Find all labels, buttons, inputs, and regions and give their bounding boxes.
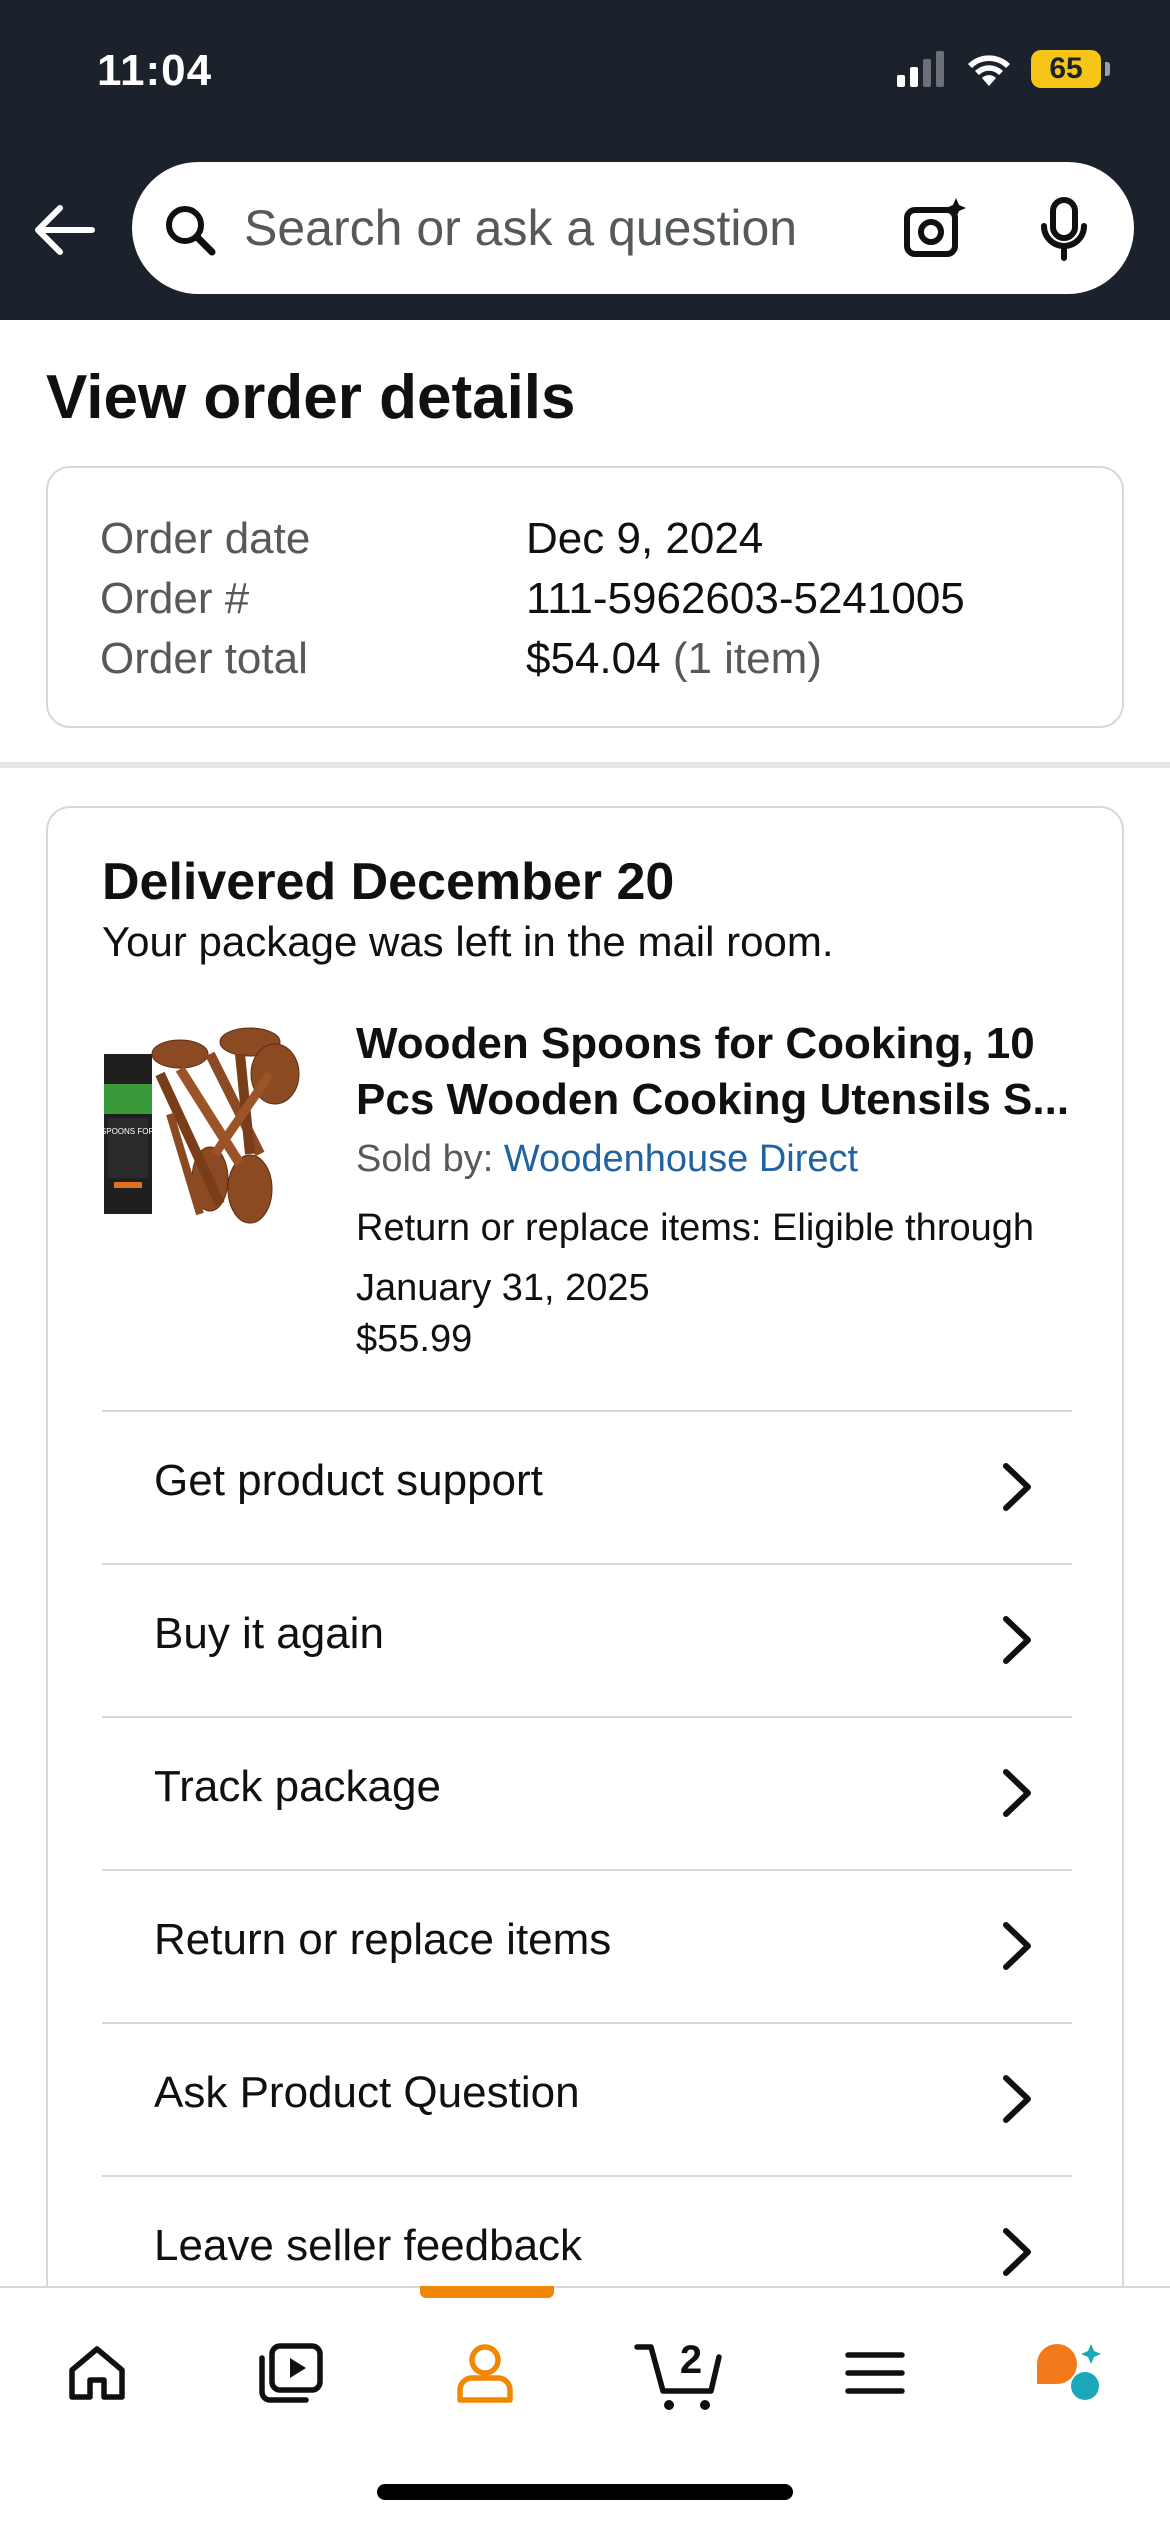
delivery-note: Your package was left in the mail room. (102, 918, 834, 965)
product-title[interactable]: Wooden Spoons for Cooking, 10 Pcs Wooden… (356, 1016, 1076, 1128)
status-icons: 65 (895, 50, 1110, 88)
cart-icon: 2 (634, 2338, 722, 2410)
chevron-right-icon (1003, 1616, 1031, 1664)
shipment-card: Delivered December 20 Your package was l… (46, 806, 1124, 2406)
action-label: Track package (154, 1762, 441, 1811)
action-label: Return or replace items (154, 1915, 612, 1964)
battery-icon: 65 (1031, 50, 1101, 88)
microphone-icon[interactable] (1034, 196, 1094, 262)
rufus-icon (1037, 2344, 1101, 2400)
action-label: Get product support (154, 1456, 543, 1505)
nav-account[interactable] (430, 2328, 540, 2418)
action-label: Buy it again (154, 1609, 384, 1658)
order-date-value: Dec 9, 2024 (526, 514, 764, 563)
order-date-label: Order date (100, 514, 311, 563)
home-icon (69, 2346, 125, 2400)
chevron-right-icon (1003, 2228, 1031, 2276)
product-title-line1: Wooden Spoons for Cooking, 10 (356, 1019, 1035, 1068)
video-icon (259, 2343, 323, 2403)
camera-search-icon[interactable] (902, 196, 968, 262)
nav-home[interactable] (42, 2328, 152, 2418)
wifi-icon (968, 55, 1010, 86)
search-input[interactable] (244, 162, 924, 294)
cart-count: 2 (680, 2338, 702, 2382)
nav-active-indicator (420, 2286, 554, 2298)
return-eligibility: Return or replace items: Eligible throug… (356, 1207, 1035, 1309)
search-bar[interactable] (132, 162, 1134, 294)
home-indicator (377, 2484, 793, 2500)
product-image[interactable]: WOODEN SPOONS FOR COOKING (100, 1014, 310, 1234)
battery-level: 65 (1049, 52, 1083, 85)
account-icon (457, 2344, 513, 2403)
status-time: 11:04 (97, 46, 213, 95)
order-total-label: Order total (100, 634, 308, 683)
order-item-count: (1 item) (672, 634, 822, 683)
order-number-value: 111-5962603-5241005 (526, 574, 965, 623)
action-label: Ask Product Question (154, 2068, 580, 2117)
chevron-right-icon (1003, 2075, 1031, 2123)
chevron-right-icon (1003, 1769, 1031, 1817)
order-summary-card: Order date Dec 9, 2024 Order # 111-59626… (46, 466, 1124, 728)
action-buy-it-again[interactable]: Buy it again (102, 1563, 1072, 1716)
sold-by: Sold by: Woodenhouse Direct (356, 1138, 858, 1181)
nav-cart[interactable]: 2 (624, 2328, 734, 2418)
nav-video[interactable] (236, 2328, 346, 2418)
order-number-label: Order # (100, 574, 250, 623)
search-icon (166, 206, 216, 256)
action-ask-product-question[interactable]: Ask Product Question (102, 2022, 1072, 2175)
menu-icon (845, 2352, 905, 2394)
battery-tip (1105, 62, 1110, 76)
nav-menu[interactable] (820, 2328, 930, 2418)
nav-rufus[interactable] (1014, 2328, 1124, 2418)
chevron-right-icon (1003, 1922, 1031, 1970)
page-title: View order details (46, 363, 576, 432)
sold-by-label: Sold by: (356, 1138, 494, 1180)
action-return-or-replace[interactable]: Return or replace items (102, 1869, 1072, 2022)
product-title-line2: Pcs Wooden Cooking Utensils S... (356, 1075, 1070, 1124)
action-get-product-support[interactable]: Get product support (102, 1410, 1072, 1563)
chevron-right-icon (1003, 1463, 1031, 1511)
top-header: 11:04 65 (0, 0, 1170, 320)
order-total-value: $54.04 (1 item) (526, 634, 822, 684)
action-track-package[interactable]: Track package (102, 1716, 1072, 1869)
seller-link[interactable]: Woodenhouse Direct (504, 1138, 858, 1180)
delivery-status: Delivered December 20 (102, 853, 675, 911)
signal-icon (897, 51, 944, 87)
section-divider (0, 762, 1170, 768)
action-list: Get product support Buy it again Track p… (102, 1410, 1072, 2328)
item-price: $55.99 (356, 1318, 473, 1360)
order-total-amount: $54.04 (526, 634, 661, 683)
back-arrow-icon[interactable] (30, 200, 100, 260)
action-label: Leave seller feedback (154, 2221, 583, 2270)
